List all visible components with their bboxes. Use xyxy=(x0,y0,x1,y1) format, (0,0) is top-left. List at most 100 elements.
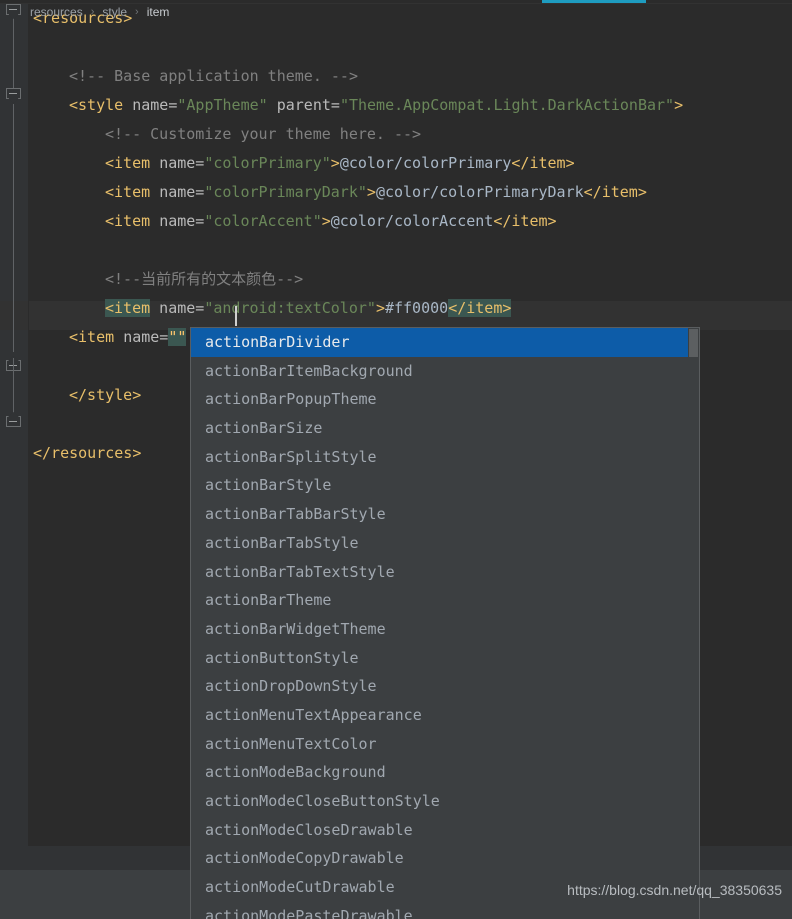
code-token: name= xyxy=(159,154,205,172)
autocomplete-item-label: actionModePasteDrawable xyxy=(205,906,413,919)
autocomplete-item-label: actionBarDivider xyxy=(205,333,350,351)
autocomplete-item[interactable]: actionButtonStyle xyxy=(191,644,699,673)
code-line: <item name="colorPrimaryDark">@color/col… xyxy=(29,178,792,207)
editor-gutter[interactable] xyxy=(0,4,28,870)
breadcrumb-item-resources[interactable]: resources xyxy=(28,5,85,19)
autocomplete-item[interactable]: actionDropDownStyle xyxy=(191,672,699,701)
autocomplete-item[interactable]: actionModePasteDrawable xyxy=(191,902,699,919)
autocomplete-scrollbar-track[interactable] xyxy=(688,328,699,919)
breadcrumb-item-style[interactable]: style xyxy=(100,5,129,19)
code-token: "colorAccent" xyxy=(204,212,322,230)
fold-marker-tip xyxy=(8,98,19,103)
autocomplete-item-label: actionModeBackground xyxy=(205,763,386,782)
autocomplete-item[interactable]: actionMenuTextAppearance xyxy=(191,701,699,730)
breadcrumb[interactable]: resources › style › item xyxy=(28,0,171,24)
code-token: "Theme.AppCompat.Light.DarkActionBar" xyxy=(339,96,675,114)
fold-minus-icon xyxy=(9,9,17,10)
fold-toggle-down[interactable] xyxy=(6,88,21,103)
code-token: </item> xyxy=(448,299,512,317)
autocomplete-item[interactable]: actionModeCopyDrawable xyxy=(191,844,699,873)
code-token: "android:textColor" xyxy=(204,299,376,317)
autocomplete-item-label: actionModeCopyDrawable xyxy=(205,849,404,868)
code-token: name= xyxy=(159,212,205,230)
breadcrumb-separator-icon: › xyxy=(135,6,139,18)
code-token: <item xyxy=(105,299,151,317)
code-token: "" xyxy=(168,328,187,346)
code-token: @color/colorPrimary xyxy=(339,154,512,172)
breadcrumb-item-item[interactable]: item xyxy=(145,5,172,19)
autocomplete-item-label: actionModeCloseButtonStyle xyxy=(205,792,440,810)
fold-toggle-down[interactable] xyxy=(6,4,21,19)
code-token: "AppTheme" xyxy=(177,96,268,114)
code-token: <!-- Base application theme. --> xyxy=(69,67,358,85)
autocomplete-item[interactable]: actionBarSplitStyle xyxy=(191,443,699,472)
code-token: <item xyxy=(105,183,160,201)
watermark-text: https://blog.csdn.net/qq_38350635 xyxy=(567,882,782,898)
autocomplete-item-label: actionBarItemBackground xyxy=(205,361,413,380)
code-token: <!-- Customize your theme here. --> xyxy=(105,125,422,143)
fold-minus-icon xyxy=(9,93,17,94)
fold-guide-line xyxy=(13,358,14,414)
autocomplete-item-label: actionBarTabStyle xyxy=(205,533,359,552)
autocomplete-item-label: actionBarTheme xyxy=(205,591,332,610)
autocomplete-item[interactable]: actionBarTheme xyxy=(191,586,699,615)
code-line: <style name="AppTheme" parent="Theme.App… xyxy=(29,91,792,120)
breadcrumb-separator-icon: › xyxy=(90,6,95,18)
autocomplete-item-label: actionBarTabBarStyle xyxy=(205,505,386,524)
autocomplete-item-label: actionModeCloseDrawable xyxy=(205,820,413,839)
code-line: <item name="android:textColor">#ff0000</… xyxy=(29,294,792,323)
autocomplete-item-label: actionBarPopupTheme xyxy=(205,390,377,409)
code-token: <item xyxy=(105,212,160,230)
code-token: <item xyxy=(105,154,160,172)
code-token: > xyxy=(674,96,684,114)
code-token: #ff0000 xyxy=(384,299,449,317)
autocomplete-item[interactable]: actionBarTabTextStyle xyxy=(191,558,699,587)
autocomplete-item-label: actionBarTabTextStyle xyxy=(205,562,395,581)
autocomplete-item-label: actionDropDownStyle xyxy=(205,677,377,696)
autocomplete-list[interactable]: actionBarDivider actionBarItemBackground a… xyxy=(191,328,699,919)
autocomplete-item[interactable]: actionBarDivider xyxy=(191,328,699,357)
autocomplete-item[interactable]: actionModeCloseButtonStyle xyxy=(191,787,699,816)
text-caret xyxy=(235,306,237,326)
code-token: </item> xyxy=(493,212,557,230)
code-token: "colorPrimaryDark" xyxy=(204,183,367,201)
autocomplete-item-label: actionMenuTextColor xyxy=(205,734,377,753)
ide-editor-window: <resources> <!-- Base application theme. … xyxy=(0,0,792,919)
fold-guide-line xyxy=(13,104,14,352)
code-token: name= xyxy=(150,299,205,317)
fold-marker-tip xyxy=(8,412,19,417)
code-line: <!-- Customize your theme here. --> xyxy=(29,120,792,149)
code-token: </item> xyxy=(511,154,575,172)
code-token: </item> xyxy=(583,183,647,201)
autocomplete-item[interactable]: actionMenuTextColor xyxy=(191,730,699,759)
code-token: > xyxy=(321,212,331,230)
autocomplete-item[interactable]: actionBarItemBackground xyxy=(191,357,699,386)
current-line-gutter-highlight xyxy=(0,301,28,330)
autocomplete-item-label: actionModeCutDrawable xyxy=(205,878,395,897)
autocomplete-item-label: actionMenuTextAppearance xyxy=(205,705,422,724)
autocomplete-item-label: actionBarSplitStyle xyxy=(205,447,377,466)
code-token: > xyxy=(330,154,340,172)
autocomplete-item[interactable]: actionModeBackground xyxy=(191,758,699,787)
autocomplete-item[interactable]: actionBarTabStyle xyxy=(191,529,699,558)
autocomplete-item[interactable]: actionBarWidgetTheme xyxy=(191,615,699,644)
autocomplete-item[interactable]: actionBarSize xyxy=(191,414,699,443)
code-token: name= xyxy=(159,183,205,201)
code-token: @color/colorAccent xyxy=(330,212,494,230)
autocomplete-item[interactable]: actionBarTabBarStyle xyxy=(191,500,699,529)
fold-guide-line xyxy=(13,18,14,96)
code-token: > xyxy=(375,299,385,317)
code-line: <!--当前所有的文本颜色--> xyxy=(29,265,792,294)
autocomplete-item[interactable]: actionBarPopupTheme xyxy=(191,385,699,414)
fold-minus-icon xyxy=(9,421,17,422)
autocomplete-item[interactable]: actionBarStyle xyxy=(191,471,699,500)
autocomplete-popup[interactable]: actionBarDivider actionBarItemBackground a… xyxy=(190,327,700,919)
autocomplete-item-label: actionBarStyle xyxy=(205,476,332,495)
fold-toggle-up[interactable] xyxy=(6,412,21,427)
code-line: <item name="colorAccent">@color/colorAcc… xyxy=(29,207,792,236)
autocomplete-scrollbar-thumb[interactable] xyxy=(689,329,698,357)
code-line: <item name="colorPrimary">@color/colorPr… xyxy=(29,149,792,178)
autocomplete-item[interactable]: actionModeCloseDrawable xyxy=(191,816,699,845)
